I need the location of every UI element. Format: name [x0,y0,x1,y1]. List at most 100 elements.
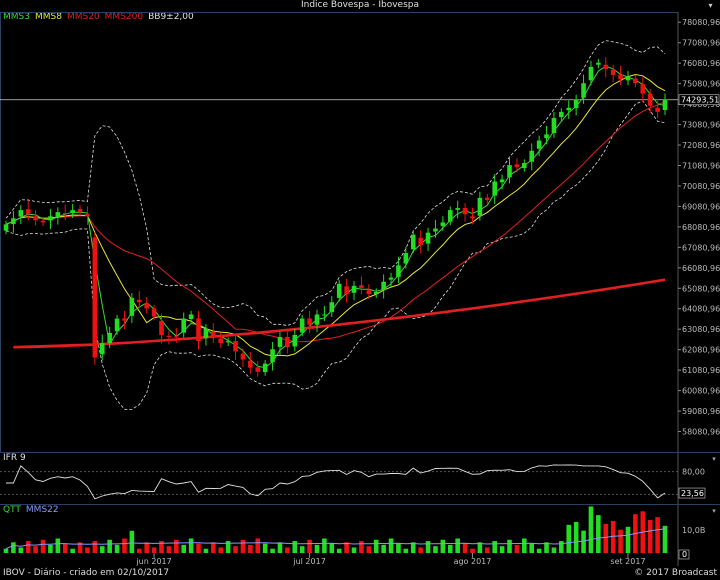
candle-body [573,99,579,109]
volume-bar [136,548,142,553]
volume-bar [373,539,379,553]
candle-body [418,237,423,245]
candle-body [559,111,564,118]
volume-bar [270,548,275,553]
price-tick-label: 78080,96 [682,18,720,27]
candle-body [129,298,135,316]
candle-body [248,360,253,368]
candle-body [188,314,194,319]
volume-legend-qtt[interactable]: QTT [3,505,21,515]
candle-body [314,314,320,325]
candle-body [484,197,490,200]
volume-legend: QTT MMS22 [3,505,64,516]
volume-bar [522,538,527,553]
candle-body [433,228,438,232]
price-tick-label: 71080,96 [682,161,720,170]
volume-bar [62,543,68,553]
candle-body [396,265,401,277]
date-tick-label: ago 2017 [454,557,492,566]
volume-bar [388,538,394,553]
candle-body [640,84,646,94]
volume-bar [425,541,431,553]
volume-bar [151,547,157,553]
candle-body [203,328,209,339]
candle-body [255,367,261,372]
volume-bar [351,547,357,553]
volume-bar [314,544,320,553]
volume-bar [507,539,512,553]
date-tick-label: set 2017 [610,557,645,566]
date-tick-label: jul 2017 [292,557,325,566]
candle-body [55,212,61,218]
volume-bar [40,539,46,553]
candle-body [440,222,446,227]
candle-body [174,336,179,338]
ifr-line [6,464,666,500]
candle-body [662,99,668,111]
footer-copyright: © 2017 Broadcast [634,568,717,578]
volume-bar [70,548,75,553]
candle-body [85,213,90,217]
ifr-pane-menu-icon[interactable]: ▾ [710,455,718,463]
volume-bar [99,546,105,553]
candle-body [492,181,497,196]
volume-bar [107,539,112,553]
candle-body [588,66,594,81]
price-chart[interactable]: 78080,9677080,9676080,9675080,9674080,96… [0,0,720,566]
volume-bar [196,543,201,553]
volume-bar [233,546,238,553]
volume-bar [625,526,631,553]
volume-bar [188,538,194,553]
candle-body [610,69,616,76]
candle-body [470,216,475,219]
price-tick-label: 59080,96 [682,407,720,416]
candle-body [262,363,268,373]
date-tick-label: jun 2017 [135,557,171,566]
price-axis: 78080,9677080,9676080,9675080,9674080,96… [0,18,720,437]
candle-body [499,179,505,183]
candle-body [307,318,312,325]
volume-bar [307,539,312,553]
candle-body [462,207,468,215]
volume-bar [336,548,342,553]
candle-body [292,334,298,347]
candle-body [603,64,609,69]
volume-bar [536,548,542,553]
candle-body [410,234,416,250]
price-tick-label: 66080,96 [682,264,720,273]
candle-body [522,163,527,169]
volume-bar [662,525,668,553]
volume-bar [292,541,298,553]
candle-body [99,343,105,355]
volume-bar [647,519,653,553]
volume-bar [33,546,38,553]
candle-body [344,286,349,295]
ifr-current-label: 23,56 [681,489,704,498]
bollinger-bands [5,40,666,410]
volume-legend-mms22[interactable]: MMS22 [26,505,59,515]
volume-bar [462,543,468,553]
price-tick-label: 67080,96 [682,243,720,252]
candle-body [514,164,520,168]
candle-body [114,318,120,332]
candle-body [647,93,653,106]
volume-bar [262,543,268,553]
candle-body [285,337,290,348]
candle-body [507,165,512,178]
price-panel-border [0,12,679,453]
candle-body [196,318,201,342]
volume-bar [92,541,98,553]
candle-body [70,210,75,214]
volume-bar [129,530,135,553]
candle-body [233,341,238,352]
price-tick-label: 58080,96 [682,428,720,437]
volume-pane-menu-icon[interactable]: ▾ [710,507,718,515]
volume-bar [322,538,327,553]
candle-body [455,208,460,210]
ifr-tick-label: 80,00 [682,468,705,477]
candle-body [425,232,431,244]
volume-bar [581,530,586,553]
candle-body [159,320,164,335]
price-tick-label: 70080,96 [682,182,720,191]
candles [3,57,668,377]
